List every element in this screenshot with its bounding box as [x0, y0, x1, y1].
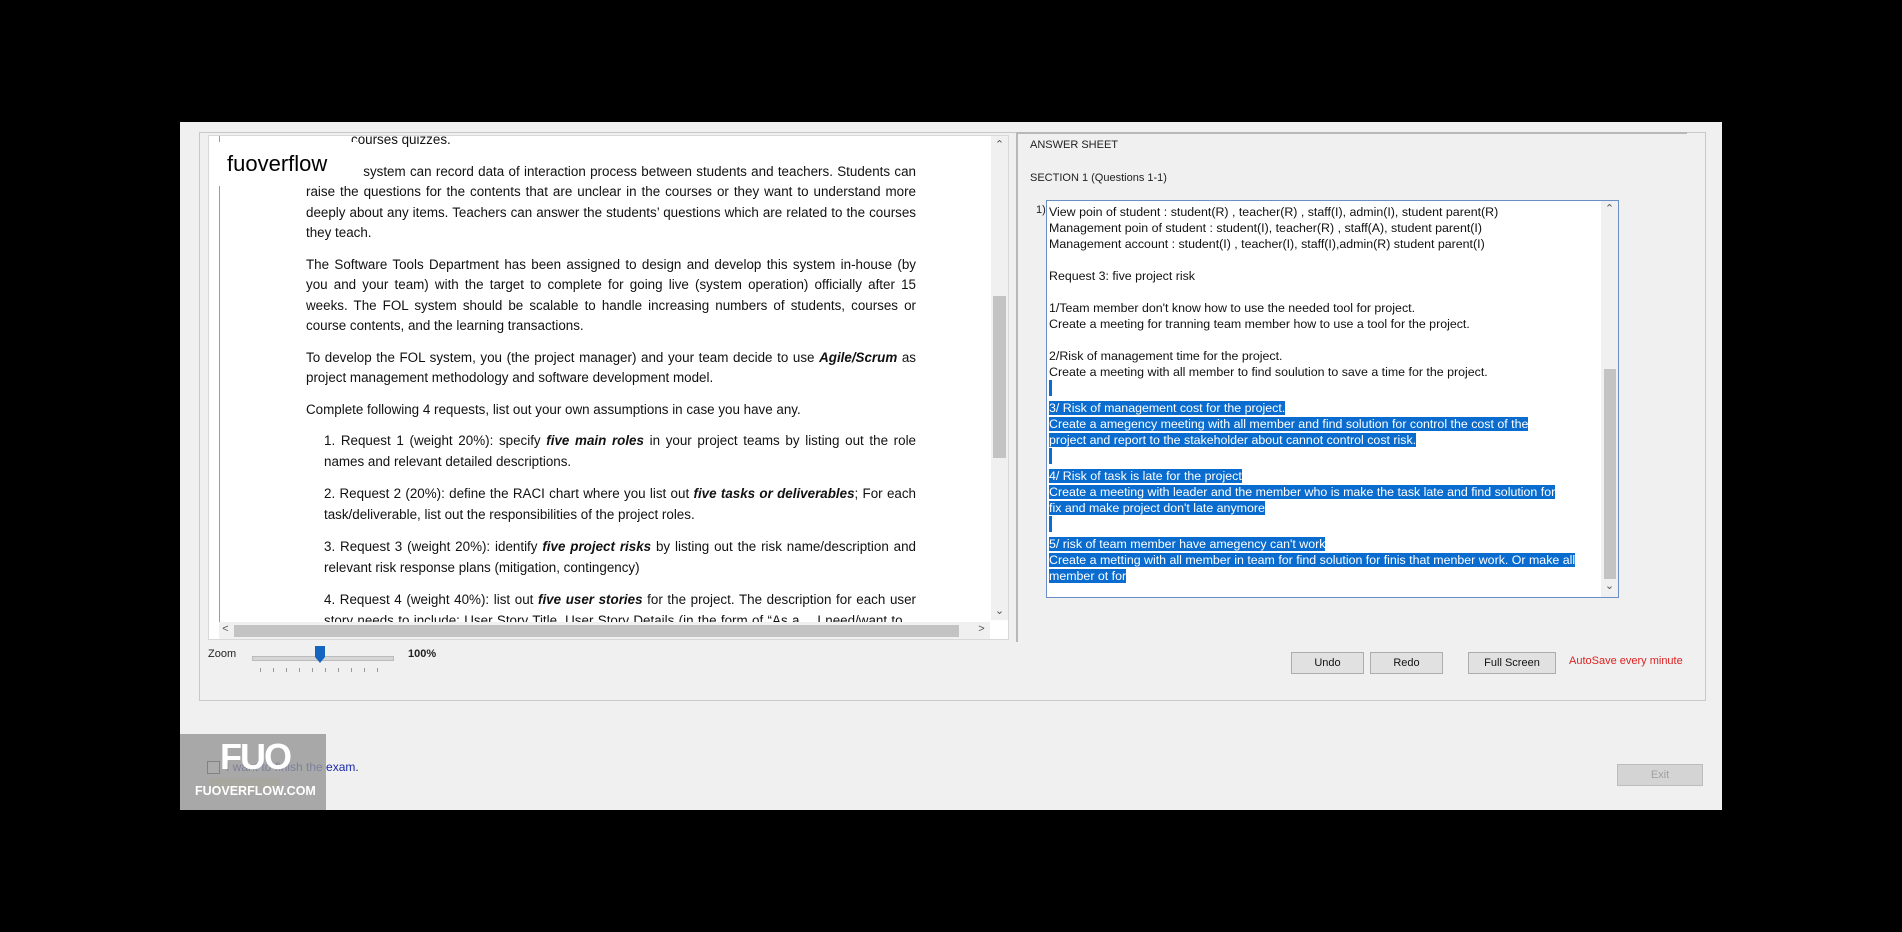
answer-line-text: Create a amegency meeting with all membe…: [1049, 417, 1529, 431]
answer-line-text: 2/Risk of management time for the projec…: [1049, 349, 1283, 363]
answer-line: fix and make project don't late anymore: [1049, 500, 1601, 516]
watermark-site-text: FUOVERFLOW.COM: [195, 784, 316, 798]
answer-line-text: View poin of student : student(R) , teac…: [1049, 205, 1499, 219]
question-text: courses quizzes. The FOL system can reco…: [306, 135, 917, 639]
answer-line: [1049, 380, 1601, 400]
scroll-down-icon[interactable]: ⌄: [991, 604, 1008, 617]
answer-line: View poin of student : student(R) , teac…: [1049, 204, 1601, 220]
answer-line-text: 3/ Risk of management cost for the proje…: [1049, 401, 1286, 415]
answer-line: Management account : student(I) , teache…: [1049, 236, 1601, 252]
answer-scroll-up-icon[interactable]: ⌃: [1601, 202, 1618, 215]
answer-line: 4/ Risk of task is late for the project: [1049, 468, 1601, 484]
fuoverflow-watermark: FUO FUOVERFLOW.COM: [180, 734, 326, 810]
document-horizontal-scrollbar[interactable]: < >: [219, 622, 990, 639]
answer-textarea[interactable]: View poin of student : student(R) , teac…: [1046, 200, 1619, 598]
answer-line-text: Create a metting with all member in team…: [1049, 553, 1576, 567]
answer-line-text: fix and make project don't late anymore: [1049, 501, 1265, 515]
answer-line-text: 4/ Risk of task is late for the project: [1049, 469, 1242, 483]
undo-button[interactable]: Undo: [1291, 652, 1364, 674]
answer-line: member ot for: [1049, 568, 1601, 584]
exam-window: courses quizzes. The FOL system can reco…: [180, 122, 1722, 810]
answer-line: Management poin of student : student(I),…: [1049, 220, 1601, 236]
answer-line: [1049, 516, 1601, 536]
answer-line-text: project and report to the stakeholder ab…: [1049, 433, 1417, 447]
answer-line: [1049, 332, 1601, 348]
answer-line: [1049, 284, 1601, 300]
doc-paragraph: Complete following 4 requests, list out …: [306, 401, 801, 417]
redo-button[interactable]: Redo: [1370, 652, 1443, 674]
answer-line: project and report to the stakeholder ab…: [1049, 432, 1601, 448]
doc-paragraph-agile: To develop the FOL system, you (the proj…: [306, 349, 916, 386]
answer-line: [1049, 448, 1601, 468]
watermark-logo-text: FUO: [220, 736, 292, 777]
request-item-3: 3. Request 3 (weight 20%): identify five…: [324, 539, 916, 575]
answer-text-content[interactable]: View poin of student : student(R) , teac…: [1049, 204, 1601, 584]
answer-line-text: [1049, 516, 1052, 532]
answer-line-text: Create a meeting with all member to find…: [1049, 365, 1488, 379]
document-scroll-thumb[interactable]: [993, 296, 1006, 458]
answer-line: Create a meeting for tranning team membe…: [1049, 316, 1601, 332]
answer-line-text: member ot for: [1049, 569, 1127, 583]
answer-vertical-scrollbar[interactable]: ⌃ ⌄: [1601, 201, 1618, 597]
answer-line-text: Request 3: five project risk: [1049, 269, 1195, 283]
zoom-slider-ticks: [260, 668, 390, 672]
answer-line: 1/Team member don't know how to use the …: [1049, 300, 1601, 316]
answer-line: Create a meeting with leader and the mem…: [1049, 484, 1601, 500]
answer-line: 5/ risk of team member have amegency can…: [1049, 536, 1601, 552]
exit-button[interactable]: Exit: [1617, 764, 1703, 786]
answer-line-text: 1/Team member don't know how to use the …: [1049, 301, 1416, 315]
answer-line-text: [1049, 448, 1052, 464]
document-ruler: [209, 136, 220, 639]
document-vertical-scrollbar[interactable]: ⌃ ⌄: [991, 136, 1008, 620]
section-label: SECTION 1 (Questions 1-1): [1030, 172, 1167, 184]
doc-top-cut: courses quizzes.: [351, 135, 451, 147]
doc-paragraph: The Software Tools Department has been a…: [306, 256, 916, 334]
answer-line: [1049, 252, 1601, 268]
question-document-pane[interactable]: courses quizzes. The FOL system can reco…: [208, 135, 1009, 640]
question-number: 1): [1036, 204, 1046, 216]
answer-line: 2/Risk of management time for the projec…: [1049, 348, 1601, 364]
answer-line-text: Management account : student(I) , teache…: [1049, 237, 1485, 251]
fullscreen-button[interactable]: Full Screen: [1468, 652, 1556, 674]
answer-line: Create a meeting with all member to find…: [1049, 364, 1601, 380]
answer-sheet-pane: ANSWER SHEET SECTION 1 (Questions 1-1) 1…: [1016, 132, 1687, 642]
request-item-2: 2. Request 2 (20%): define the RACI char…: [324, 486, 916, 522]
answer-line-text: Management poin of student : student(I),…: [1049, 221, 1482, 235]
scroll-left-icon[interactable]: <: [217, 623, 234, 635]
answer-line-text: 5/ risk of team member have amegency can…: [1049, 537, 1326, 551]
zoom-label: Zoom: [208, 648, 237, 660]
answer-line: Create a metting with all member in team…: [1049, 552, 1601, 568]
answer-line-text: Create a meeting for tranning team membe…: [1049, 317, 1470, 331]
answer-scroll-thumb[interactable]: [1604, 369, 1616, 579]
answer-line: 3/ Risk of management cost for the proje…: [1049, 400, 1601, 416]
zoom-value: 100%: [408, 648, 437, 660]
doc-paragraph: The FOL system can record data of intera…: [306, 163, 916, 241]
document-hscroll-thumb[interactable]: [234, 625, 959, 637]
answer-line: Create a amegency meeting with all membe…: [1049, 416, 1601, 432]
answer-line-text: [1049, 380, 1052, 396]
answer-line: Request 3: five project risk: [1049, 268, 1601, 284]
scroll-up-icon[interactable]: ⌃: [991, 138, 1008, 151]
autosave-notice: AutoSave every minute: [1569, 655, 1683, 667]
answer-sheet-title: ANSWER SHEET: [1030, 139, 1119, 151]
scroll-right-icon[interactable]: >: [973, 623, 990, 635]
site-logo: fuoverflow: [219, 142, 359, 186]
answer-scroll-down-icon[interactable]: ⌄: [1601, 579, 1618, 592]
answer-line-text: Create a meeting with leader and the mem…: [1049, 485, 1556, 499]
request-item-1: 1. Request 1 (weight 20%): specify five …: [324, 433, 917, 469]
